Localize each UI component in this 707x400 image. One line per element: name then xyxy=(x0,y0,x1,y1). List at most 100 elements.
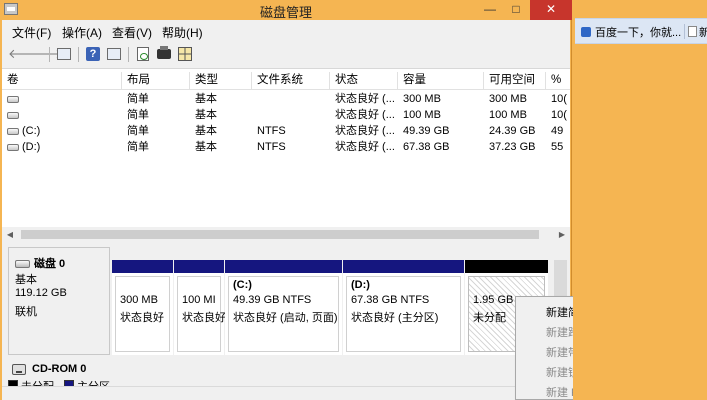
partition-type-bar xyxy=(465,260,548,273)
menu-bar: 文件(F) 操作(A) 查看(V) 帮助(H) xyxy=(2,20,570,42)
scrollbar-thumb[interactable] xyxy=(21,230,539,239)
close-button[interactable]: ✕ xyxy=(530,0,572,20)
disk-icon[interactable] xyxy=(156,46,172,62)
refresh-doc-icon[interactable] xyxy=(135,46,151,62)
disk-0-label[interactable]: 磁盘 0 基本 119.12 GB 联机 xyxy=(8,247,110,355)
column-header-filesystem[interactable]: 文件系统 xyxy=(252,72,330,90)
scroll-left-icon[interactable]: ◀ xyxy=(2,227,18,242)
volume-table-header: 卷 布局 类型 文件系统 状态 容量 可用空间 % xyxy=(2,72,570,90)
filesystem-cell xyxy=(252,107,330,123)
percent-cell: 10( xyxy=(551,109,567,121)
column-header-percent[interactable]: % xyxy=(546,72,570,90)
partition-body: (C:) 49.39 GB NTFS 状态良好 (启动, 页面) xyxy=(228,276,339,352)
disk-management-window: 磁盘管理 — □ ✕ 文件(F) 操作(A) 查看(V) 帮助(H) 🡐 🡒 ? xyxy=(0,0,572,400)
partition-c-drive[interactable]: (C:) 49.39 GB NTFS 状态良好 (启动, 页面) xyxy=(225,260,342,355)
partition-status: 状态良好 xyxy=(182,312,226,324)
properties-view-icon[interactable] xyxy=(56,46,72,62)
type-cell: 基本 xyxy=(195,93,217,105)
layout-cell: 简单 xyxy=(127,141,149,153)
table-row[interactable]: (D:) 简单 基本 NTFS 状态良好 (... 67.38 GB 37.23… xyxy=(2,139,570,155)
partition-type-bar xyxy=(174,260,224,273)
toolbar-separator xyxy=(49,47,50,62)
percent-cell: 49 xyxy=(551,125,564,137)
volume-icon xyxy=(7,143,19,151)
disk-0-size: 119.12 GB xyxy=(15,287,67,299)
partition-system-100mb[interactable]: 100 MI 状态良好 xyxy=(174,260,226,355)
volume-list: 卷 布局 类型 文件系统 状态 容量 可用空间 % 简单 基本 状态良好 (..… xyxy=(2,69,570,227)
volume-cell xyxy=(2,91,122,107)
browser-tab-new[interactable]: 新 xyxy=(688,24,707,40)
status-bar xyxy=(2,386,570,400)
table-row[interactable]: 简单 基本 状态良好 (... 100 MB 100 MB 10( xyxy=(2,107,570,123)
partition-d-drive[interactable]: (D:) 67.38 GB NTFS 状态良好 (主分区) xyxy=(343,260,464,355)
column-header-layout[interactable]: 布局 xyxy=(122,72,190,90)
type-cell: 基本 xyxy=(195,109,217,121)
column-header-free-space[interactable]: 可用空间 xyxy=(484,72,546,90)
client-area: 文件(F) 操作(A) 查看(V) 帮助(H) 🡐 🡒 ? 卷 布局 类型 文件… xyxy=(2,20,570,400)
partition-body: 100 MI 状态良好 xyxy=(177,276,226,352)
free-space-cell: 37.23 GB xyxy=(489,141,536,153)
partition-size: 300 MB xyxy=(120,294,158,306)
filesystem-cell xyxy=(252,91,330,107)
browser-tab-baidu[interactable]: 百度一下，你就... xyxy=(581,24,681,40)
capacity-cell: 100 MB xyxy=(403,109,441,121)
settings-grid-icon[interactable] xyxy=(177,46,193,62)
horizontal-scrollbar[interactable]: ◀ ▶ xyxy=(2,227,570,242)
volume-cell: (D:) xyxy=(2,139,122,155)
volume-icon xyxy=(7,111,19,119)
cdrom-name: CD-ROM 0 xyxy=(32,363,87,375)
partition-type-bar xyxy=(343,260,464,273)
column-header-capacity[interactable]: 容量 xyxy=(398,72,484,90)
partition-type-bar xyxy=(225,260,342,273)
tab-separator xyxy=(684,24,685,39)
column-header-volume[interactable]: 卷 xyxy=(2,72,122,90)
partition-recovery-300mb[interactable]: 300 MB 状态良好 xyxy=(112,260,173,355)
partition-name: (C:) xyxy=(233,279,252,291)
layout-cell: 简单 xyxy=(127,93,149,105)
title-bar[interactable]: 磁盘管理 — □ ✕ xyxy=(0,0,572,20)
cdrom-icon xyxy=(12,364,26,375)
table-row[interactable]: (C:) 简单 基本 NTFS 状态良好 (... 49.39 GB 24.39… xyxy=(2,123,570,139)
menu-file[interactable]: 文件(F) xyxy=(12,24,51,41)
baidu-icon xyxy=(581,27,591,37)
partition-name: (D:) xyxy=(351,279,370,291)
partition-type-bar xyxy=(112,260,173,273)
status-cell: 状态良好 (... xyxy=(335,109,395,121)
disk-0-type: 基本 xyxy=(15,274,37,286)
capacity-cell: 300 MB xyxy=(403,93,441,105)
partition-size: 1.95 GB xyxy=(473,294,514,306)
menu-help[interactable]: 帮助(H) xyxy=(162,24,203,41)
toolbar-separator xyxy=(78,47,79,62)
column-header-type[interactable]: 类型 xyxy=(190,72,252,90)
percent-cell: 55 xyxy=(551,141,564,153)
status-cell: 状态良好 (... xyxy=(335,141,395,153)
partition-status: 未分配 xyxy=(473,312,506,324)
help-icon[interactable]: ? xyxy=(85,46,101,62)
maximize-button[interactable]: □ xyxy=(504,0,528,20)
menu-view[interactable]: 查看(V) xyxy=(112,24,152,41)
status-cell: 状态良好 (... xyxy=(335,93,395,105)
table-row[interactable]: 简单 基本 状态良好 (... 300 MB 300 MB 10( xyxy=(2,91,570,107)
partition-size: 67.38 GB NTFS xyxy=(351,294,430,306)
volume-cell: (C:) xyxy=(2,123,122,139)
free-space-cell: 300 MB xyxy=(489,93,527,105)
disk-0-status: 联机 xyxy=(15,306,37,318)
scroll-right-icon[interactable]: ▶ xyxy=(554,227,570,242)
volume-icon xyxy=(7,127,19,135)
minimize-button[interactable]: — xyxy=(476,0,504,20)
volume-icon xyxy=(7,95,19,103)
page-icon xyxy=(688,26,697,37)
menu-action[interactable]: 操作(A) xyxy=(62,24,102,41)
column-header-status[interactable]: 状态 xyxy=(330,72,398,90)
disk-map-area: 磁盘 0 基本 119.12 GB 联机 300 MB 状态良好 100 MI xyxy=(2,242,570,400)
disk-0-name: 磁盘 0 xyxy=(15,255,65,271)
forward-arrow-icon[interactable]: 🡒 xyxy=(28,46,63,62)
browser-tab-bar: 百度一下，你就... 新 xyxy=(575,18,707,44)
toolbar-separator xyxy=(128,47,129,62)
back-arrow-icon[interactable]: 🡐 xyxy=(8,46,43,62)
free-space-cell: 100 MB xyxy=(489,109,527,121)
partition-size: 100 MI xyxy=(182,294,216,306)
console-view-icon[interactable] xyxy=(106,46,122,62)
partition-size: 49.39 GB NTFS xyxy=(233,294,312,306)
capacity-cell: 49.39 GB xyxy=(403,125,450,137)
